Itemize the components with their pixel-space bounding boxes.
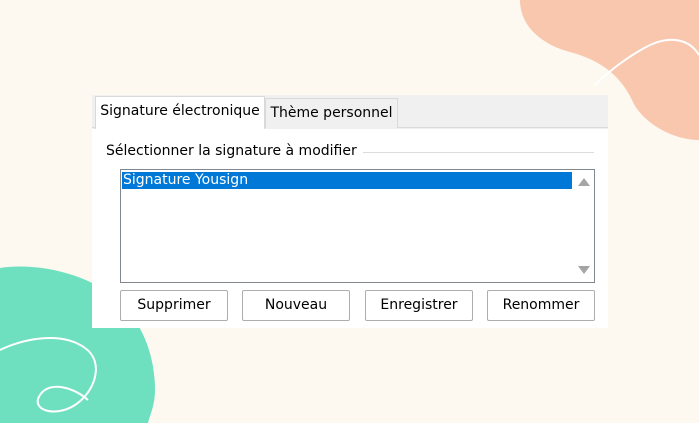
tab-electronic-signature[interactable]: Signature électronique	[95, 96, 265, 129]
tab-label: Thème personnel	[270, 105, 393, 121]
tab-personal-theme[interactable]: Thème personnel	[265, 98, 398, 128]
tab-label: Signature électronique	[100, 103, 260, 119]
signature-list[interactable]: Signature Yousign	[120, 169, 595, 283]
button-label: Renommer	[502, 297, 580, 313]
list-item[interactable]: Signature Yousign	[122, 172, 572, 189]
button-label: Nouveau	[264, 297, 328, 313]
tab-strip: Signature électronique Thème personnel	[92, 95, 608, 129]
group-label: Sélectionner la signature à modifier	[106, 143, 363, 159]
signature-dialog: Signature électronique Thème personnel S…	[92, 95, 608, 328]
scrollbar[interactable]	[574, 170, 594, 282]
button-label: Supprimer	[137, 297, 211, 313]
delete-button[interactable]: Supprimer	[120, 290, 228, 321]
new-button[interactable]: Nouveau	[242, 290, 350, 321]
rename-button[interactable]: Renommer	[487, 290, 595, 321]
list-item-label: Signature Yousign	[123, 172, 249, 188]
button-label: Enregistrer	[380, 297, 458, 313]
scroll-up-arrow-icon[interactable]	[578, 178, 590, 186]
save-button[interactable]: Enregistrer	[365, 290, 473, 321]
scroll-down-arrow-icon[interactable]	[578, 266, 590, 274]
